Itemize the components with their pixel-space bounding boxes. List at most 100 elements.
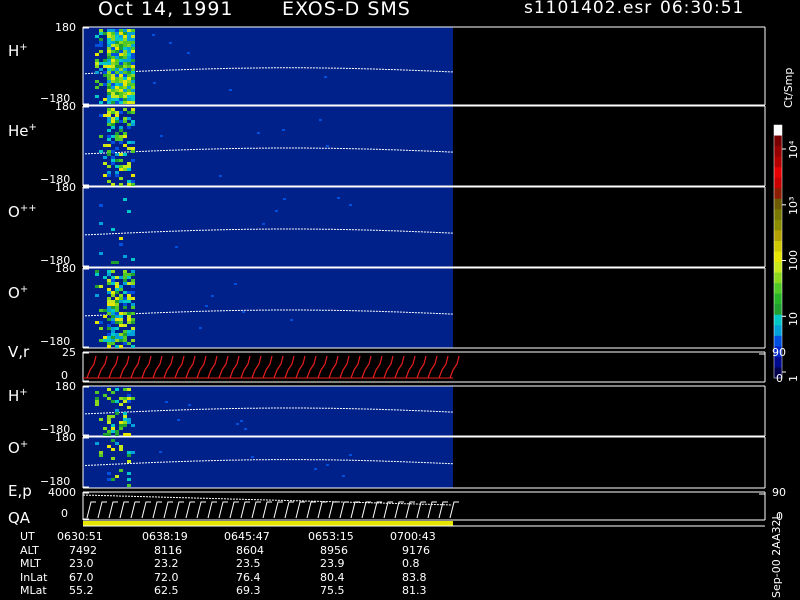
panel-1-cell	[103, 174, 107, 177]
panel-0-cell	[115, 77, 119, 80]
panel-1-cell	[127, 147, 131, 150]
panel-1-cell	[115, 159, 119, 162]
panel-0-cell	[131, 44, 135, 47]
panel-3-cell	[127, 282, 131, 285]
panel-1-cell	[127, 165, 131, 168]
panel-1-cell	[119, 126, 123, 129]
panel-3-cell	[131, 270, 135, 273]
panel-1-speck	[160, 135, 163, 137]
panel-3-cell	[123, 297, 127, 300]
panel-0-cell	[111, 62, 115, 65]
ephemeris-cell: 8604	[236, 543, 264, 557]
panel-0-cell	[131, 68, 135, 71]
panel-5-cell	[131, 397, 135, 400]
panel-0-cell	[119, 59, 123, 62]
panel-5-cell	[107, 415, 111, 418]
panel-1-cell	[131, 180, 135, 183]
panel-1-cell	[131, 120, 135, 123]
panel-0-cell	[131, 29, 135, 32]
panel-1-cell	[111, 156, 115, 159]
colorbar-swatch	[774, 283, 782, 295]
panel-0-cell	[119, 68, 123, 71]
panel-0-cell	[115, 80, 119, 83]
panel-1-cell	[107, 114, 111, 117]
panel-5-speck	[244, 428, 247, 430]
panel-0-cell	[115, 71, 119, 74]
panel-3-cell	[111, 300, 115, 303]
panel-6-species-main: O	[8, 438, 20, 457]
panel-6-cell	[111, 439, 115, 442]
panel-3-cell	[127, 318, 131, 321]
panel-6-cell	[99, 451, 103, 454]
panel-3-cell	[127, 297, 131, 300]
panel-0-cell	[119, 77, 123, 80]
panel-2-cell	[99, 252, 103, 255]
panel-3-cell	[107, 273, 111, 276]
panel-0-cell	[115, 41, 119, 44]
panel-3-cell	[119, 297, 123, 300]
panel-1-cell	[119, 120, 123, 123]
panel-0-cell	[119, 38, 123, 41]
panel-5-cell	[123, 397, 127, 400]
panel-3-cell	[107, 342, 111, 345]
panel-3-cell	[119, 288, 123, 291]
panel-2-cell	[99, 222, 103, 225]
panel-6-cell	[111, 478, 115, 481]
panel-5-cell	[127, 388, 131, 391]
panel-1-cell	[115, 120, 119, 123]
panel-6-cell	[107, 445, 111, 448]
panel-3-cell	[127, 294, 131, 297]
panel-3-cell	[131, 279, 135, 282]
panel-0-cell	[123, 77, 127, 80]
panel-1-cell	[115, 117, 119, 120]
qa-bar	[83, 521, 453, 526]
panel-0-cell	[119, 47, 123, 50]
panel-3-speck	[242, 311, 245, 313]
panel-0-cell	[119, 53, 123, 56]
ephemeris-cell: 23.9	[320, 557, 345, 570]
panel-0-cell	[127, 74, 131, 77]
panel-0-cell	[131, 83, 135, 86]
panel-3-cell	[127, 312, 131, 315]
panel-7-species-main: E,p	[8, 482, 32, 500]
panel-3-cell	[127, 291, 131, 294]
panel-1-cell	[123, 153, 127, 156]
panel-6-speck	[314, 468, 317, 470]
panel-1-cell	[119, 159, 123, 162]
panel-2-species-sup: ++	[19, 203, 37, 214]
panel-0-cell	[115, 53, 119, 56]
panel-3-cell	[131, 282, 135, 285]
panel-5-speck	[236, 423, 239, 425]
panel-0-cell	[111, 50, 115, 53]
panel-0-cell	[123, 98, 127, 101]
panel-3-cell	[99, 309, 103, 312]
panel-5-cell	[119, 421, 123, 424]
panel-0-cell	[115, 35, 119, 38]
panel-0-cell	[127, 62, 131, 65]
panel-5-cell	[131, 424, 135, 427]
panel-3-species-sup: +	[19, 284, 29, 295]
panel-3-cell	[119, 336, 123, 339]
ephemeris-cell: 0653:15	[308, 530, 354, 543]
panel-1-cell	[111, 183, 115, 186]
panel-1-cell	[111, 159, 115, 162]
panel-3-cell	[111, 276, 115, 279]
panel-3-cell	[103, 309, 107, 312]
ephemeris-cell: 83.8	[402, 570, 427, 584]
panel-0-cell	[123, 83, 127, 86]
ephemeris-cell: 0.8	[402, 557, 420, 570]
ephemeris-cell: 0700:43	[390, 530, 436, 543]
panel-3-cell	[119, 300, 123, 303]
panel-3-cell	[123, 324, 127, 327]
panel-0-cell	[103, 98, 107, 101]
panel-3-cell	[115, 333, 119, 336]
panel-3-speck	[205, 305, 208, 307]
panel-1-cell	[115, 135, 119, 138]
panel-1-speck	[282, 129, 285, 131]
panel-6-cell	[119, 445, 123, 448]
panel-1-cell	[111, 117, 115, 120]
panel-2-speck	[349, 204, 352, 206]
ephemeris-cell: 23.2	[154, 557, 179, 570]
panel-3-cell	[95, 285, 99, 288]
panel-0-cell	[119, 98, 123, 101]
